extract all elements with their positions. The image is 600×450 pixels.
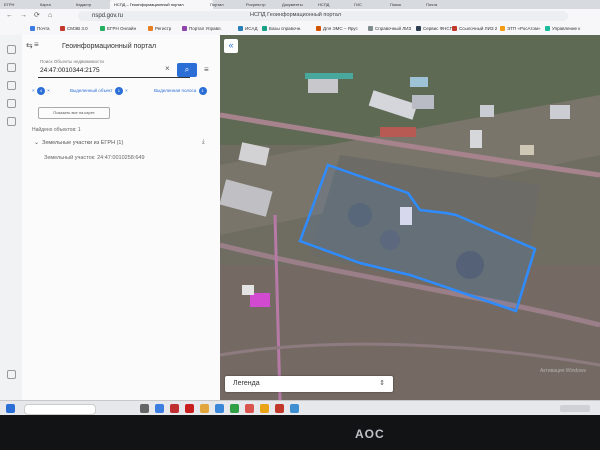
sidebar-app-icon[interactable] bbox=[7, 45, 16, 54]
filter-chip-selected-strip[interactable]: Выделенная полоса 1 bbox=[154, 85, 208, 97]
system-tray[interactable] bbox=[560, 405, 590, 412]
portal-panel: ⇆ ≡ Геоинформационный портал Поиск Объек… bbox=[22, 35, 221, 400]
sidebar-settings-icon[interactable] bbox=[7, 370, 16, 379]
bookmark-item[interactable]: Для ЭМС – Ярус bbox=[316, 25, 358, 33]
bookmark-item[interactable]: Управление к bbox=[545, 25, 580, 33]
bookmark-item[interactable]: Почта bbox=[30, 25, 50, 33]
chevron-updown-icon: ⇕ bbox=[379, 380, 385, 387]
bookmark-icon bbox=[500, 26, 505, 31]
legend-dropdown[interactable]: Легенда ⇕ bbox=[225, 376, 393, 392]
collapse-panel-button[interactable]: « bbox=[224, 39, 238, 53]
map-view[interactable] bbox=[220, 35, 600, 400]
bookmark-icon bbox=[60, 26, 65, 31]
portal-title: Геоинформационный портал bbox=[62, 43, 157, 50]
search-underline bbox=[38, 77, 190, 78]
taskbar-app-icon[interactable] bbox=[290, 404, 299, 413]
taskbar-app-icon[interactable] bbox=[140, 404, 149, 413]
bookmark-icon bbox=[182, 26, 187, 31]
search-label: Поиск Объекты недвижимости bbox=[40, 59, 104, 64]
taskbar-app-icon[interactable] bbox=[200, 404, 209, 413]
sidebar-app-icon[interactable] bbox=[7, 63, 16, 72]
browser-tab-strip: ЕГРН Карта Кадастр НСПД – Геоинформацион… bbox=[0, 0, 600, 9]
taskbar-app-icon[interactable] bbox=[170, 404, 179, 413]
chip-count: 4 bbox=[36, 87, 45, 95]
bookmark-icon bbox=[148, 26, 153, 31]
taskbar-app-icon[interactable] bbox=[275, 404, 284, 413]
bookmark-item[interactable]: Справочный ЛИЗ bbox=[368, 25, 411, 33]
bookmark-item[interactable]: Базы справочн. bbox=[262, 25, 301, 33]
taskbar-app-icon[interactable] bbox=[185, 404, 194, 413]
bookmark-icon bbox=[416, 26, 421, 31]
sidebar-app-icon[interactable] bbox=[7, 81, 16, 90]
taskbar-app-icon[interactable] bbox=[215, 404, 224, 413]
activation-watermark: Активация Windows bbox=[540, 368, 587, 374]
monitor-bezel bbox=[0, 415, 600, 450]
taskbar bbox=[0, 400, 600, 415]
hamburger-icon[interactable]: ≡ bbox=[34, 40, 39, 49]
download-icon[interactable]: ⤓ bbox=[202, 139, 205, 146]
found-count: Найдено объектов: 1 bbox=[32, 127, 81, 133]
bookmark-item[interactable]: Регистр bbox=[148, 25, 171, 33]
bookmark-item[interactable]: Портал Управл. bbox=[182, 25, 222, 33]
bookmark-icon bbox=[545, 26, 550, 31]
taskbar-app-icon[interactable] bbox=[230, 404, 239, 413]
taskbar-app-icon[interactable] bbox=[245, 404, 254, 413]
bookmark-icon bbox=[368, 26, 373, 31]
sidebar-app-icon[interactable] bbox=[7, 99, 16, 108]
filter-chip-selected-object[interactable]: Выделенный объект 1 × bbox=[70, 85, 128, 97]
bookmark-icon bbox=[316, 26, 321, 31]
screen: ЕГРН Карта Кадастр НСПД – Геоинформацион… bbox=[0, 0, 600, 415]
bookmark-icon bbox=[100, 26, 105, 31]
bookmark-item[interactable]: Ссылочный ЛИЗ 2 bbox=[452, 25, 497, 33]
bookmark-icon bbox=[262, 26, 267, 31]
chevron-down-icon: ⌄ bbox=[34, 140, 40, 146]
browser-tab-active[interactable]: НСПД – Геоинформационный портал bbox=[110, 0, 213, 9]
back-arrow-icon[interactable]: ⇆ bbox=[26, 41, 33, 50]
filter-chips: × 4 × Выделенный объект 1 × Выделенная п… bbox=[32, 85, 220, 99]
taskbar-app-icon[interactable] bbox=[260, 404, 269, 413]
browser-side-rail bbox=[0, 35, 23, 400]
reload-icon[interactable]: ⟳ bbox=[34, 12, 40, 20]
filter-menu-icon[interactable]: ≡ bbox=[204, 65, 209, 74]
bookmark-item[interactable]: СМЭВ 3.0 bbox=[60, 25, 88, 33]
browser-tab[interactable]: Почта bbox=[422, 0, 466, 9]
result-item[interactable]: Земельный участок: 24:47:0010258:649 bbox=[44, 155, 145, 161]
legend-label: Легенда bbox=[233, 380, 260, 387]
bookmark-item[interactable]: ЕГРН Онлайн bbox=[100, 25, 136, 33]
url-text: nspd.gov.ru bbox=[92, 13, 123, 19]
bookmark-icon bbox=[452, 26, 457, 31]
monitor-brand-logo: AOC bbox=[355, 427, 385, 441]
forward-icon[interactable]: → bbox=[20, 12, 27, 20]
chip-count: 1 bbox=[198, 87, 207, 95]
search-button[interactable]: ⌕ bbox=[177, 63, 197, 77]
bookmark-item[interactable]: ИСАД bbox=[238, 25, 258, 33]
home-icon[interactable]: ⌂ bbox=[48, 12, 52, 20]
satellite-map bbox=[220, 35, 600, 400]
bookmark-icon bbox=[238, 26, 243, 31]
result-group-label: Земельные участки из ЕГРН (1) bbox=[42, 140, 124, 146]
bookmark-icon bbox=[30, 26, 35, 31]
filter-chip[interactable]: × 4 × bbox=[32, 85, 50, 97]
page-title: НСПД Геоинформационный портал bbox=[250, 12, 342, 18]
bookmark-item[interactable]: ЭТП «РосАтом» bbox=[500, 25, 541, 33]
search-input[interactable]: 24:47:0010344:2175 bbox=[40, 67, 100, 74]
taskbar-app-icon[interactable] bbox=[155, 404, 164, 413]
start-icon[interactable] bbox=[6, 404, 15, 413]
chip-count: 1 bbox=[114, 87, 123, 95]
bookmark-item[interactable]: Сервис ФНСГ bbox=[416, 25, 452, 33]
show-all-button[interactable]: Показать все на карте bbox=[38, 107, 110, 119]
sidebar-app-icon[interactable] bbox=[7, 117, 16, 126]
clear-icon[interactable]: × bbox=[165, 64, 170, 73]
back-icon[interactable]: ← bbox=[6, 12, 13, 20]
search-icon: ⌕ bbox=[184, 65, 190, 74]
taskbar-search-box[interactable] bbox=[24, 404, 96, 415]
